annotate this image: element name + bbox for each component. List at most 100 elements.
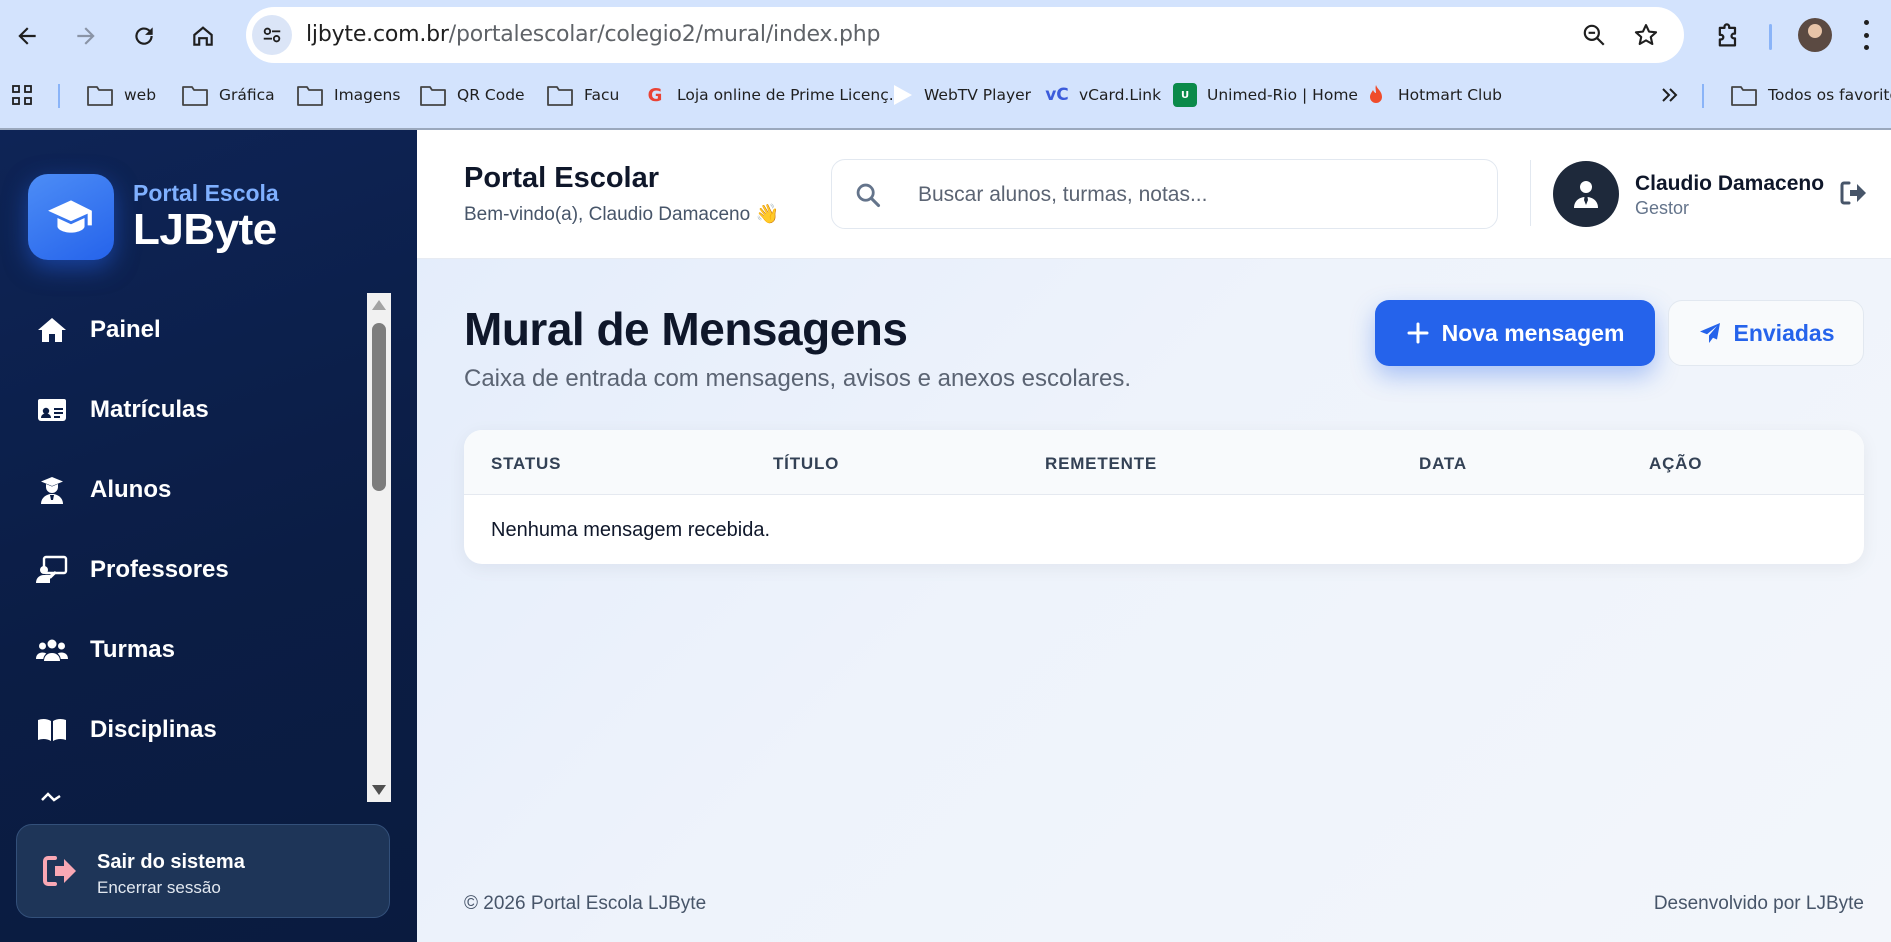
search-input[interactable] bbox=[918, 176, 1478, 214]
sign-out-icon[interactable] bbox=[1839, 180, 1867, 206]
bookmark-label: Unimed-Rio | Home bbox=[1207, 86, 1358, 104]
book-icon bbox=[38, 718, 66, 741]
url-path: /portalescolar/colegio2/mural/index.php bbox=[448, 22, 881, 47]
page-title: Mural de Mensagens bbox=[464, 303, 908, 355]
paper-plane-icon bbox=[1699, 323, 1720, 343]
bookmark-label: Todos os favoritos bbox=[1768, 86, 1891, 104]
sent-messages-label: Enviadas bbox=[1733, 319, 1835, 346]
hotmart-favicon bbox=[1364, 83, 1388, 107]
sidebar-item-matriculas[interactable]: Matrículas bbox=[36, 388, 209, 432]
tune-icon bbox=[263, 27, 281, 43]
sidebar-item-turmas[interactable]: Turmas bbox=[36, 628, 175, 672]
brand-subtitle: Portal Escola bbox=[133, 180, 279, 206]
arrow-right-icon bbox=[77, 27, 95, 45]
user-tie-icon bbox=[1574, 181, 1598, 208]
toolbar-separator bbox=[1769, 24, 1772, 50]
sidebar-item-label: Turmas bbox=[90, 636, 175, 663]
logo-badge bbox=[28, 174, 114, 260]
empty-table-message: Nenhuma mensagem recebida. bbox=[491, 519, 771, 541]
sidebar-item-professores[interactable]: Professores bbox=[36, 548, 229, 592]
sidebar-scrollbar[interactable] bbox=[367, 293, 391, 802]
bookmark-label: Hotmart Club bbox=[1398, 86, 1502, 104]
scroll-thumb[interactable] bbox=[372, 323, 386, 491]
bookmark-label: web bbox=[124, 86, 157, 104]
user-role: Gestor bbox=[1635, 198, 1690, 218]
puzzle-icon bbox=[1718, 23, 1737, 47]
column-header-acao: AÇÃO bbox=[1649, 454, 1703, 473]
bookmark-vcard[interactable]: vC vCard.Link bbox=[1045, 80, 1161, 110]
folder-icon bbox=[547, 86, 573, 106]
bookmark-folder-grafica[interactable]: Gráfica bbox=[181, 80, 275, 110]
new-message-button[interactable]: Nova mensagem bbox=[1375, 300, 1655, 366]
brand-title: LJByte bbox=[133, 205, 277, 254]
chevron-double-right-icon bbox=[1662, 88, 1678, 102]
google-favicon: G bbox=[647, 84, 663, 106]
address-bar[interactable]: ljbyte.com.br/portalescolar/colegio2/mur… bbox=[246, 7, 1684, 63]
column-header-remetente: REMETENTE bbox=[1045, 454, 1158, 473]
zoom-out-icon bbox=[1583, 24, 1605, 46]
bookmark-folder-qrcode[interactable]: QR Code bbox=[419, 80, 525, 110]
messages-table: STATUS TÍTULO REMETENTE DATA AÇÃO Nenhum… bbox=[464, 430, 1864, 564]
scroll-up-arrow[interactable] bbox=[372, 300, 386, 310]
extensions-button[interactable] bbox=[1708, 16, 1748, 56]
scroll-down-arrow[interactable] bbox=[372, 785, 386, 795]
reload-button[interactable] bbox=[120, 12, 168, 60]
bookmark-folder-facu[interactable]: Facu bbox=[546, 80, 619, 110]
sidebar-item-painel[interactable]: Painel bbox=[36, 308, 161, 352]
sent-messages-button[interactable]: Enviadas bbox=[1668, 300, 1864, 366]
logout-icon bbox=[43, 856, 76, 886]
logout-title: Sair do sistema bbox=[97, 851, 245, 873]
back-button[interactable] bbox=[3, 12, 51, 60]
logout-card-button[interactable]: Sair do sistema Encerrar sessão bbox=[16, 824, 390, 918]
bookmark-folder-imagens[interactable]: Imagens bbox=[296, 80, 400, 110]
logout-subtitle: Encerrar sessão bbox=[97, 878, 221, 897]
avatar[interactable] bbox=[1553, 161, 1619, 227]
forward-button[interactable] bbox=[62, 12, 110, 60]
bookmark-folder-web[interactable]: web bbox=[86, 80, 156, 110]
bookmark-label: Facu bbox=[584, 86, 620, 104]
sidebar: Portal Escola LJByte Painel Matrículas A… bbox=[0, 130, 417, 942]
bookmarks-separator bbox=[1702, 84, 1704, 108]
id-card-icon bbox=[38, 399, 66, 421]
search-icon bbox=[856, 183, 881, 208]
url-text[interactable]: ljbyte.com.br/portalescolar/colegio2/mur… bbox=[306, 22, 881, 47]
site-info-button[interactable] bbox=[252, 15, 292, 55]
more-bookmarks-button[interactable] bbox=[1656, 80, 1684, 110]
sidebar-menu: Painel Matrículas Alunos Professores Tur… bbox=[0, 294, 390, 802]
all-bookmarks-folder[interactable]: Todos os favoritos bbox=[1730, 80, 1891, 110]
bookmark-label: Imagens bbox=[334, 86, 401, 104]
bookmark-star-button[interactable] bbox=[1630, 19, 1662, 51]
bookmark-label: QR Code bbox=[457, 86, 525, 104]
zoom-button[interactable] bbox=[1578, 19, 1610, 51]
unimed-favicon: U bbox=[1173, 83, 1197, 107]
welcome-text: Bem-vindo(a), Claudio Damaceno 👋 bbox=[464, 204, 780, 225]
vc-favicon: vC bbox=[1045, 85, 1069, 105]
sidebar-item-disciplinas[interactable]: Disciplinas bbox=[36, 708, 217, 752]
search-box[interactable] bbox=[831, 159, 1498, 229]
bookmarks-bar: web Gráfica Imagens QR Code Facu G Loja … bbox=[0, 72, 1891, 118]
page-subtitle: Caixa de entrada com mensagens, avisos e… bbox=[464, 365, 1132, 392]
column-header-titulo: TÍTULO bbox=[773, 454, 840, 473]
plus-icon bbox=[1407, 322, 1429, 344]
sidebar-item-alunos[interactable]: Alunos bbox=[36, 468, 171, 512]
user-name: Claudio Damaceno bbox=[1635, 172, 1825, 195]
bookmark-hotmart[interactable]: Hotmart Club bbox=[1364, 80, 1502, 110]
column-header-data: DATA bbox=[1419, 454, 1467, 473]
bookmark-label: vCard.Link bbox=[1079, 86, 1162, 104]
bookmark-webtv[interactable]: WebTV Player bbox=[890, 80, 1031, 110]
bookmarks-separator bbox=[58, 84, 60, 108]
profile-avatar[interactable] bbox=[1798, 18, 1832, 52]
footer-credit: Desenvolvido por LJByte bbox=[1653, 893, 1864, 914]
bookmark-unimed[interactable]: U Unimed-Rio | Home bbox=[1173, 80, 1358, 110]
browser-menu-button[interactable] bbox=[1862, 20, 1870, 50]
apps-button[interactable] bbox=[8, 80, 36, 110]
graduation-cap-icon bbox=[48, 200, 92, 233]
bookmark-loja-online[interactable]: G Loja online de Prime Licenç... bbox=[643, 80, 904, 110]
teacher-icon bbox=[36, 555, 68, 583]
footer-copyright: © 2026 Portal Escola LJByte bbox=[464, 893, 707, 914]
folder-icon bbox=[1731, 86, 1757, 106]
home-button[interactable] bbox=[179, 12, 227, 60]
bookmark-label: WebTV Player bbox=[924, 86, 1032, 104]
student-icon bbox=[41, 477, 63, 504]
sidebar-item-label: Professores bbox=[90, 556, 229, 583]
